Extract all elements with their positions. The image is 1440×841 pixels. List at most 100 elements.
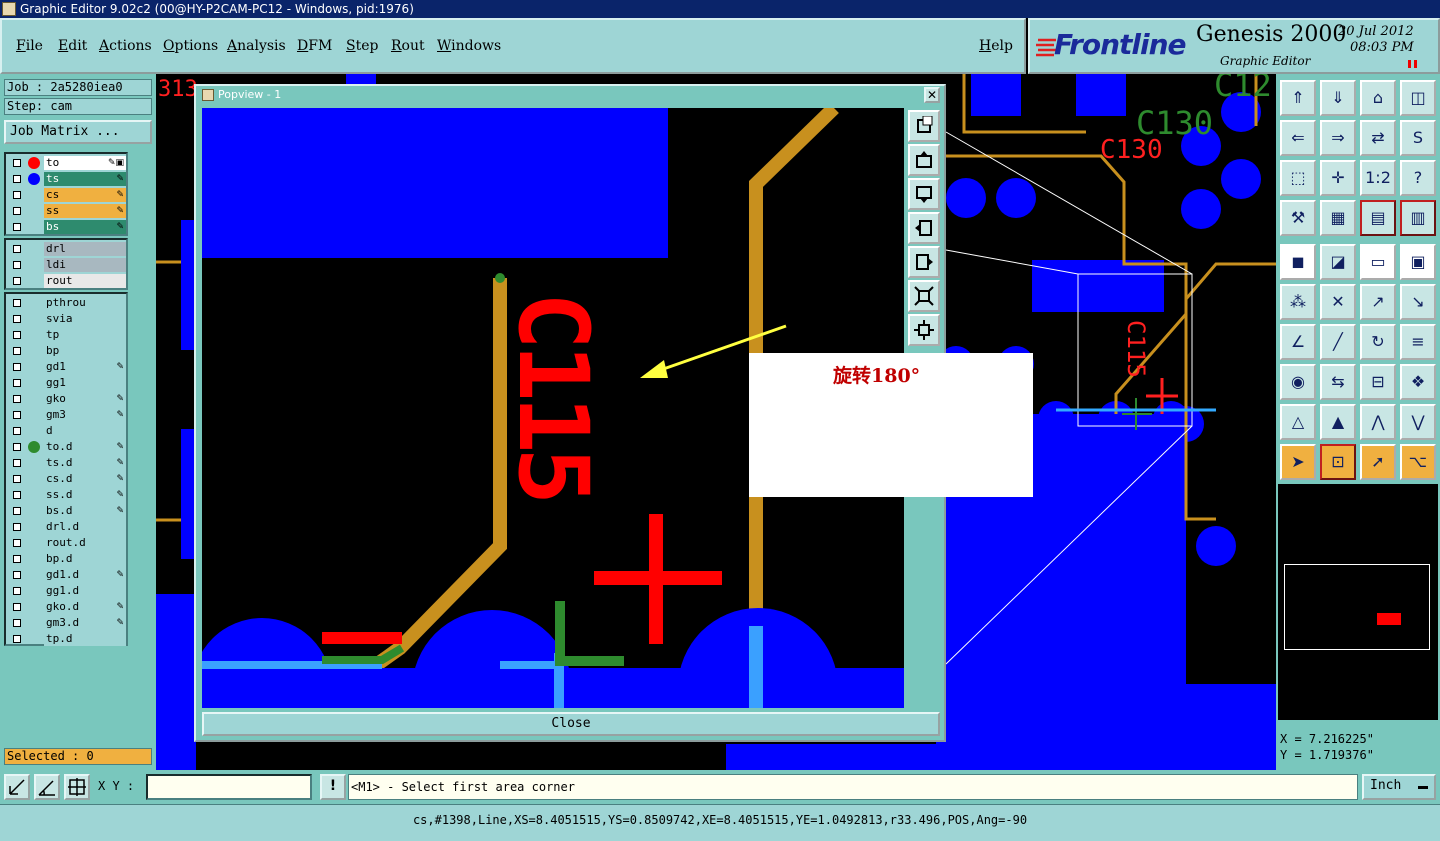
layer-checkbox[interactable]: [13, 427, 21, 435]
net-icon[interactable]: ▣: [1400, 244, 1436, 280]
layer-checkbox[interactable]: [13, 315, 21, 323]
pointer-box-icon[interactable]: ⊡: [1320, 444, 1356, 480]
layer-row-bs-d[interactable]: bs.d ✎: [8, 504, 126, 519]
select-point-icon[interactable]: ◼: [1280, 244, 1316, 280]
layer-row-to[interactable]: to ✎▣: [8, 156, 126, 171]
layer-name[interactable]: bp.d: [44, 552, 126, 566]
layer-row-gko[interactable]: gko ✎: [8, 392, 126, 407]
pointer-icon[interactable]: ➤: [1280, 444, 1316, 480]
layer-name[interactable]: cs: [44, 188, 126, 202]
layer-name[interactable]: rout: [44, 274, 126, 288]
popview-center-icon[interactable]: [908, 314, 940, 346]
layer-row-d[interactable]: d: [8, 424, 126, 439]
layer-checkbox[interactable]: [13, 207, 21, 215]
grid-icon[interactable]: ▦: [1320, 200, 1356, 236]
layer-row-tp[interactable]: tp: [8, 328, 126, 343]
layer-row-ss[interactable]: ss ✎: [8, 204, 126, 219]
layer-name[interactable]: to.d: [44, 440, 126, 454]
layer-checkbox[interactable]: [13, 507, 21, 515]
menu-options[interactable]: Options: [163, 38, 218, 54]
layer-row-ts-d[interactable]: ts.d ✎: [8, 456, 126, 471]
layer-name[interactable]: bp: [44, 344, 126, 358]
layer-checkbox[interactable]: [13, 277, 21, 285]
layer-checkbox[interactable]: [13, 363, 21, 371]
layer-name[interactable]: tp.d: [44, 632, 126, 646]
scale-icon[interactable]: 1:2: [1360, 160, 1396, 196]
popview-title-bar[interactable]: Popview - 1 ✕: [196, 86, 944, 104]
popview-close-button[interactable]: Close: [202, 712, 940, 736]
layer-checkbox[interactable]: [13, 539, 21, 547]
pan-left-icon[interactable]: ⇐: [1280, 120, 1316, 156]
layer-row-gko-d[interactable]: gko.d ✎: [8, 600, 126, 615]
help-icon[interactable]: ?: [1400, 160, 1436, 196]
layer-checkbox[interactable]: [13, 475, 21, 483]
layer-checkbox[interactable]: [13, 587, 21, 595]
layers-icon[interactable]: ▤: [1360, 200, 1396, 236]
layer-name[interactable]: ss.d: [44, 488, 126, 502]
layer-name[interactable]: rout.d: [44, 536, 126, 550]
group-icon[interactable]: ❖: [1400, 364, 1436, 400]
layer-row-gm3-d[interactable]: gm3.d ✎: [8, 616, 126, 631]
layer-checkbox[interactable]: [13, 299, 21, 307]
layer-checkbox[interactable]: [13, 261, 21, 269]
layer-row-gd1-d[interactable]: gd1.d ✎: [8, 568, 126, 583]
layer-name[interactable]: gg1.d: [44, 584, 126, 598]
layer-name[interactable]: svia: [44, 312, 126, 326]
layer-name[interactable]: ts: [44, 172, 126, 186]
layer-name[interactable]: ldi: [44, 258, 126, 272]
layer-checkbox[interactable]: [13, 571, 21, 579]
layer-row-rout[interactable]: rout: [8, 274, 126, 289]
layer-checkbox[interactable]: [13, 245, 21, 253]
layer-checkbox[interactable]: [13, 159, 21, 167]
arch-down-icon[interactable]: ⋁: [1400, 404, 1436, 440]
layer-name[interactable]: drl.d: [44, 520, 126, 534]
layer-name[interactable]: d: [44, 424, 126, 438]
layer-checkbox[interactable]: [13, 635, 21, 643]
layer-row-drl[interactable]: drl: [8, 242, 126, 257]
layer-row-gg1-d[interactable]: gg1.d: [8, 584, 126, 599]
layer-name[interactable]: gm3: [44, 408, 126, 422]
overview-viewport[interactable]: [1377, 613, 1401, 625]
arch-icon[interactable]: ⋀: [1360, 404, 1396, 440]
measure-angle-icon[interactable]: [34, 774, 60, 800]
line-icon[interactable]: ╱: [1320, 324, 1356, 360]
layer-checkbox[interactable]: [13, 491, 21, 499]
home-down-icon[interactable]: ⇓: [1320, 80, 1356, 116]
layer-row-svia[interactable]: svia: [8, 312, 126, 327]
layer-name[interactable]: gko: [44, 392, 126, 406]
layer-name[interactable]: bs.d: [44, 504, 126, 518]
layer-row-ss-d[interactable]: ss.d ✎: [8, 488, 126, 503]
split-icon[interactable]: ≡: [1400, 324, 1436, 360]
route-icon[interactable]: ⌥: [1400, 444, 1436, 480]
menu-actions[interactable]: Actions: [99, 38, 152, 54]
triangle-icon[interactable]: △: [1280, 404, 1316, 440]
fit-icon[interactable]: ⬚: [1280, 160, 1316, 196]
popview-zoom-fit-icon[interactable]: [908, 110, 940, 142]
layer-name[interactable]: ts.d: [44, 456, 126, 470]
select-area-icon[interactable]: ◪: [1320, 244, 1356, 280]
home-up-icon[interactable]: ⇑: [1280, 80, 1316, 116]
layers-compare-icon[interactable]: ▥: [1400, 200, 1436, 236]
layer-row-cs[interactable]: cs ✎: [8, 188, 126, 203]
move-icon[interactable]: ↗: [1360, 284, 1396, 320]
layer-checkbox[interactable]: [13, 395, 21, 403]
layer-checkbox[interactable]: [13, 459, 21, 467]
snap-icon[interactable]: ◉: [1280, 364, 1316, 400]
layer-row-drl-d[interactable]: drl.d: [8, 520, 126, 535]
layer-name[interactable]: tp: [44, 328, 126, 342]
delta-icon[interactable]: ▲: [1320, 404, 1356, 440]
warning-icon[interactable]: !: [320, 774, 346, 800]
layer-checkbox[interactable]: [13, 523, 21, 531]
overview-map[interactable]: [1278, 484, 1438, 720]
layer-checkbox[interactable]: [13, 223, 21, 231]
layer-checkbox[interactable]: [13, 555, 21, 563]
menu-analysis[interactable]: Analysis: [227, 38, 286, 54]
xy-input[interactable]: [146, 774, 312, 800]
layer-row-pthrou[interactable]: pthrou: [8, 296, 126, 311]
layer-name[interactable]: gd1: [44, 360, 126, 374]
layer-name[interactable]: gko.d: [44, 600, 126, 614]
layer-checkbox[interactable]: [13, 191, 21, 199]
grid-snap-icon[interactable]: [64, 774, 90, 800]
window-icon[interactable]: ◫: [1400, 80, 1436, 116]
popview-pan-left-icon[interactable]: [908, 212, 940, 244]
